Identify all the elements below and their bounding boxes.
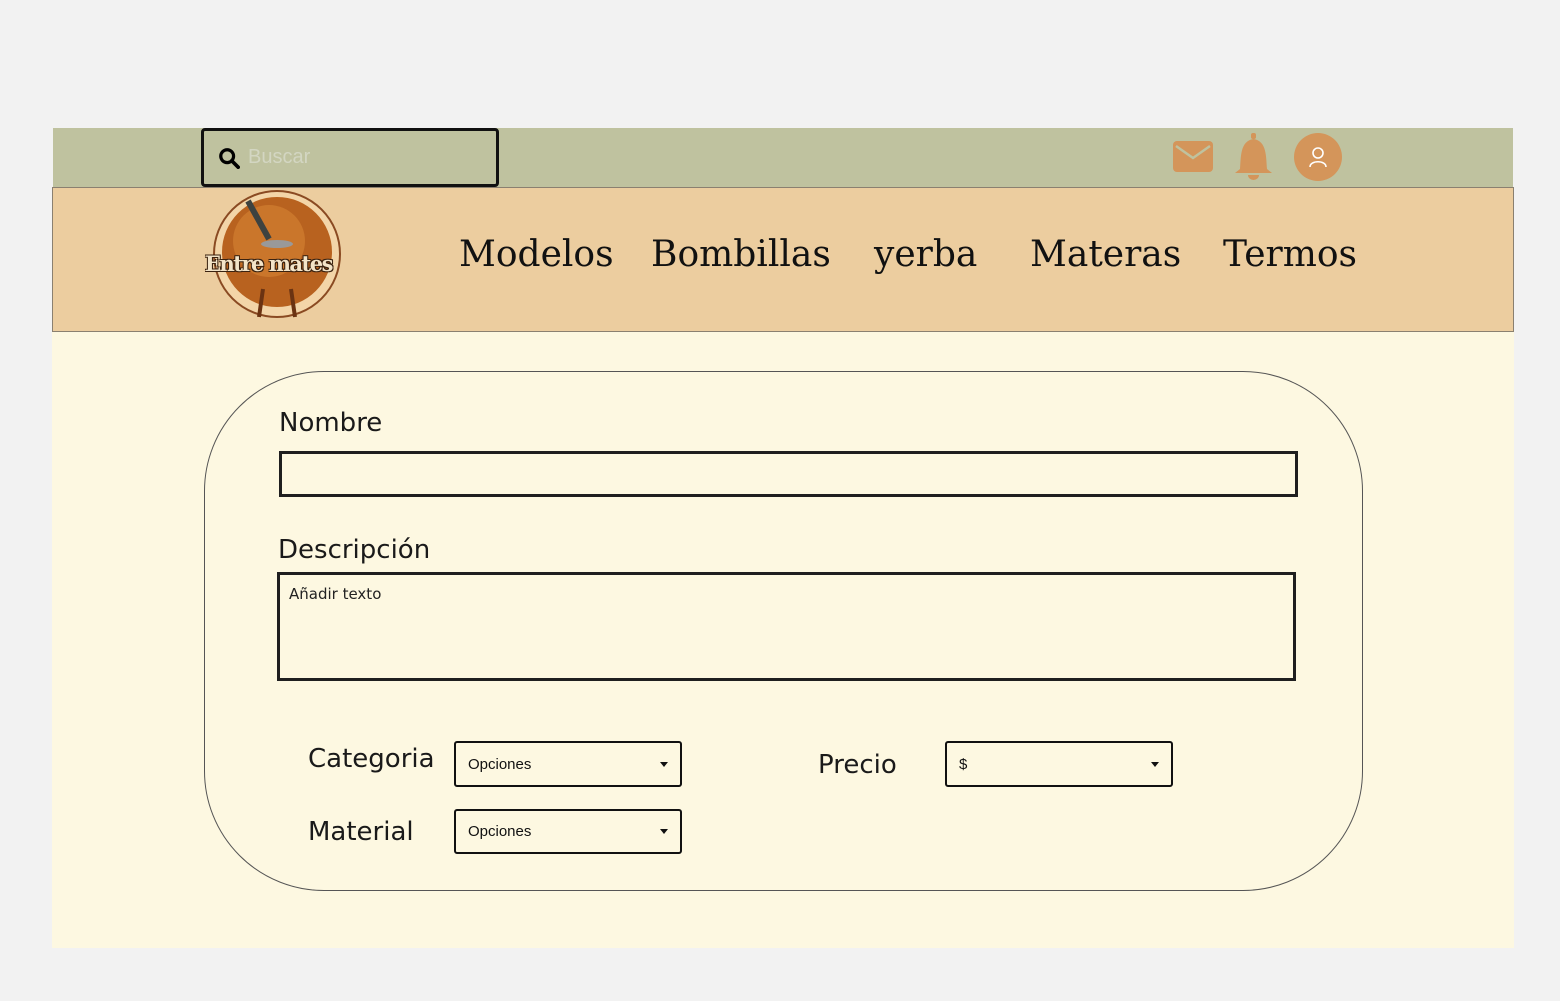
nav-modelos[interactable]: Modelos [459,234,614,275]
nav-yerba[interactable]: yerba [874,234,977,275]
mail-icon[interactable] [1172,140,1214,173]
descripcion-placeholder: Añadir texto [289,585,382,603]
nombre-label: Nombre [279,408,383,438]
chevron-down-icon [660,829,668,834]
nav-bombillas[interactable]: Bombillas [651,234,831,275]
precio-select[interactable]: $ [945,741,1173,787]
logo-text: Entre mates [205,251,333,276]
descripcion-label: Descripción [278,535,431,565]
user-icon [1309,147,1327,168]
user-avatar-button[interactable] [1294,133,1342,181]
descripcion-textarea[interactable]: Añadir texto [277,572,1296,681]
categoria-select[interactable]: Opciones [454,741,682,787]
nav-materas[interactable]: Materas [1030,234,1181,275]
precio-label: Precio [818,750,897,780]
categoria-label: Categoria [308,744,435,774]
precio-value: $ [959,755,968,773]
material-value: Opciones [468,823,532,840]
search-input[interactable] [248,146,468,169]
nombre-input[interactable] [279,451,1298,497]
search-icon [219,147,240,169]
bell-icon[interactable] [1232,133,1275,181]
chevron-down-icon [1151,761,1159,767]
material-label: Material [308,817,414,847]
categoria-value: Opciones [468,755,532,773]
material-select[interactable]: Opciones [454,809,682,854]
chevron-down-icon [660,761,668,767]
logo[interactable]: Entre mates [205,189,342,319]
search-box[interactable] [201,128,499,187]
nav-termos[interactable]: Termos [1223,234,1357,275]
